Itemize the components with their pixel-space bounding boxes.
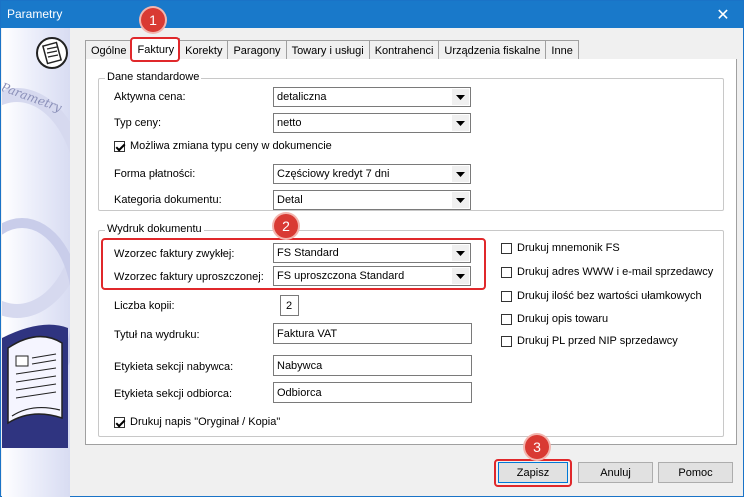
sidebar-decoration: Parametry: [2, 28, 70, 497]
group-legend: Dane standardowe: [105, 71, 202, 83]
chevron-down-icon[interactable]: [452, 192, 469, 208]
checkbox-box[interactable]: [501, 313, 512, 325]
checkbox-label: Drukuj adres WWW i e-mail sprzedawcy: [517, 266, 714, 278]
input-value: Odbiorca: [277, 387, 322, 399]
step-badge-2: 2: [274, 214, 298, 238]
typ-ceny-select[interactable]: netto: [273, 113, 471, 133]
input-value: 2: [286, 300, 293, 312]
input-value: Faktura VAT: [277, 328, 338, 340]
parametry-dialog: Parametry ✕ Parametry Ogólne Faktury Kor…: [0, 0, 744, 497]
checkbox-box[interactable]: [114, 416, 125, 428]
etykieta-nabywca-label: Etykieta sekcji nabywca:: [114, 361, 234, 373]
forma-platnosci-select[interactable]: Częściowy kredyt 7 dni: [273, 164, 471, 184]
step-badge-1: 1: [141, 8, 165, 32]
etykieta-odbiorca-input[interactable]: Odbiorca: [273, 382, 472, 403]
step-badge-3: 3: [525, 435, 549, 459]
checkbox-label: Drukuj ilość bez wartości ułamkowych: [517, 290, 702, 302]
chevron-down-icon[interactable]: [452, 115, 469, 131]
drukuj-adres-www-checkbox[interactable]: Drukuj adres WWW i e-mail sprzedawcy: [501, 266, 713, 278]
tab-label: Ogólne: [91, 44, 127, 57]
tab-label: Inne: [551, 44, 573, 57]
window-title: Parametry: [7, 7, 63, 21]
settings-logo-icon: [36, 37, 68, 69]
button-label: Anuluj: [600, 466, 631, 479]
tab-label: Kontrahenci: [374, 44, 434, 57]
etykieta-odbiorca-label: Etykieta sekcji odbiorca:: [114, 388, 232, 400]
tab-kontrahenci[interactable]: Kontrahenci: [368, 40, 440, 60]
tab-urzadzenia-fiskalne[interactable]: Urządzenia fiskalne: [438, 40, 547, 60]
tab-label: Korekty: [185, 44, 223, 57]
drukuj-opis-towaru-checkbox[interactable]: Drukuj opis towaru: [501, 313, 608, 325]
input-value: Nabywca: [277, 360, 323, 372]
tab-towary-i-uslugi[interactable]: Towary i usługi: [285, 40, 370, 60]
liczba-kopii-label: Liczba kopii:: [114, 300, 175, 312]
checkbox-label: Drukuj mnemonik FS: [517, 242, 620, 254]
drukuj-pl-przed-nip-checkbox[interactable]: Drukuj PL przed NIP sprzedawcy: [501, 335, 678, 347]
select-value: Częściowy kredyt 7 dni: [277, 168, 390, 180]
aktywna-cena-select[interactable]: detaliczna: [273, 87, 471, 107]
select-value: Detal: [277, 194, 303, 206]
checkbox-box[interactable]: [501, 290, 512, 302]
tab-paragony[interactable]: Paragony: [227, 40, 287, 60]
checkbox-box[interactable]: [501, 266, 512, 278]
tab-korekty[interactable]: Korekty: [179, 40, 229, 60]
drukuj-ilosc-checkbox[interactable]: Drukuj ilość bez wartości ułamkowych: [501, 290, 702, 302]
cancel-button[interactable]: Anuluj: [578, 462, 653, 483]
checkbox-box[interactable]: [501, 335, 512, 347]
chevron-down-icon[interactable]: [452, 166, 469, 182]
checkbox-label: Drukuj PL przed NIP sprzedawcy: [517, 335, 678, 347]
tab-inne[interactable]: Inne: [545, 40, 579, 60]
help-button[interactable]: Pomoc: [658, 462, 733, 483]
highlight-wzorce: [101, 238, 486, 290]
highlight-faktury-tab: [130, 37, 180, 62]
tab-label: Towary i usługi: [291, 44, 364, 57]
typ-ceny-label: Typ ceny:: [114, 117, 162, 129]
tab-ogolne[interactable]: Ogólne: [85, 40, 133, 60]
drukuj-mnemonik-checkbox[interactable]: Drukuj mnemonik FS: [501, 242, 620, 254]
oryginal-kopia-checkbox[interactable]: Drukuj napis "Oryginał / Kopia": [114, 416, 280, 428]
button-label: Pomoc: [678, 466, 713, 479]
group-legend: Wydruk dokumentu: [105, 223, 204, 235]
close-icon[interactable]: ✕: [703, 1, 743, 28]
aktywna-cena-label: Aktywna cena:: [114, 91, 186, 103]
title-bar: Parametry ✕: [1, 1, 743, 28]
highlight-save: [494, 459, 572, 487]
zmiana-typu-checkbox[interactable]: Możliwa zmiana typu ceny w dokumencie: [114, 140, 332, 152]
tytul-label: Tytuł na wydruku:: [114, 329, 200, 341]
tab-label: Urządzenia fiskalne: [444, 44, 541, 57]
etykieta-nabywca-input[interactable]: Nabywca: [273, 355, 472, 376]
checkbox-box[interactable]: [114, 140, 125, 152]
select-value: netto: [277, 117, 302, 129]
checkbox-label: Drukuj opis towaru: [517, 313, 609, 325]
checkbox-label: Możliwa zmiana typu ceny w dokumencie: [130, 140, 332, 152]
liczba-kopii-input[interactable]: 2: [280, 295, 299, 316]
tytul-input[interactable]: Faktura VAT: [273, 323, 472, 344]
checkbox-box[interactable]: [501, 242, 512, 254]
tab-label: Paragony: [233, 44, 281, 57]
kategoria-label: Kategoria dokumentu:: [114, 194, 222, 206]
checkbox-label: Drukuj napis "Oryginał / Kopia": [130, 416, 281, 428]
kategoria-select[interactable]: Detal: [273, 190, 471, 210]
documents-illustration-icon: [2, 324, 68, 448]
forma-platnosci-label: Forma płatności:: [114, 168, 196, 180]
select-value: detaliczna: [277, 91, 327, 103]
chevron-down-icon[interactable]: [452, 89, 469, 105]
